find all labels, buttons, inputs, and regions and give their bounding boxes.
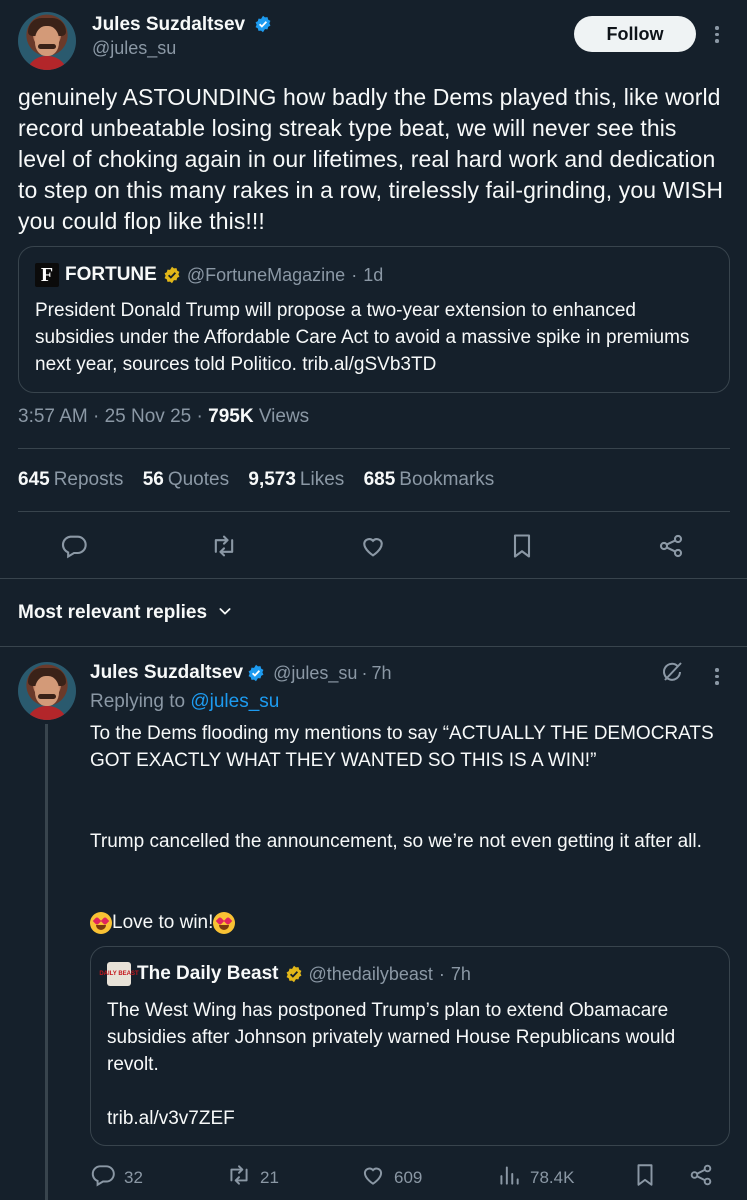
author-handle[interactable]: @jules_su (92, 38, 272, 59)
quote-author-name: FORTUNE (65, 264, 157, 285)
reply-author-handle[interactable]: @jules_su (273, 663, 357, 684)
reply-quote-link[interactable]: trib.al/v3v7ZEF (107, 1105, 235, 1132)
divider (18, 448, 730, 449)
replies-header: Most relevant replies (18, 602, 208, 623)
grok-icon[interactable] (660, 660, 684, 684)
share-icon[interactable] (657, 532, 685, 560)
reply-quoted-tweet[interactable]: DAILY BEAST The Daily Beast @thedailybea… (90, 946, 730, 1146)
section-divider (0, 578, 747, 579)
chevron-down-icon (217, 603, 233, 624)
separator-dot: · (351, 264, 358, 285)
repost-icon[interactable] (210, 532, 238, 560)
quote-text: President Donald Trump will propose a tw… (35, 300, 690, 375)
reply-icon (90, 1162, 116, 1193)
tweet-time[interactable]: 3:57 AM (18, 406, 88, 427)
daily-beast-logo-icon: DAILY BEAST (99, 962, 139, 986)
reply-quote-author-name: The Daily Beast (137, 963, 279, 984)
tweet-stats: 645 Reposts 56 Quotes 9,573 Likes 685 Bookma… (18, 469, 494, 491)
author-name[interactable]: Jules Suzdaltsev (92, 14, 245, 35)
views-count: 795K (208, 406, 254, 427)
reply-paragraph-1: To the Dems flooding my mentions to say … (90, 723, 714, 771)
quote-author-handle: @FortuneMagazine (186, 264, 346, 285)
reposts-stat[interactable]: 645 Reposts (18, 469, 123, 490)
replying-to: Replying to @jules_su (90, 691, 280, 712)
verified-badge-icon (247, 664, 265, 682)
avatar[interactable] (18, 12, 76, 70)
heart-eyes-emoji-icon (213, 911, 236, 934)
tweet-date[interactable]: 25 Nov 25 (105, 406, 192, 427)
thread-line (45, 724, 48, 1200)
replies-sort-button[interactable]: Most relevant replies (18, 602, 233, 624)
views-icon (496, 1162, 522, 1193)
quotes-stat[interactable]: 56 Quotes (143, 469, 229, 490)
verified-gold-icon (285, 965, 303, 983)
like-icon[interactable] (359, 532, 387, 560)
reply-views-button[interactable]: 78.4K (496, 1162, 574, 1193)
reply-author-name[interactable]: Jules Suzdaltsev (90, 662, 243, 684)
reply-age[interactable]: 7h (371, 663, 391, 684)
reply-icon[interactable] (60, 532, 88, 560)
divider (18, 511, 730, 512)
verified-badge-icon (254, 15, 272, 33)
reply-repost-button[interactable]: 21 (226, 1162, 279, 1193)
reply-action-bar: 32 21 609 78.4K (90, 1162, 730, 1190)
reply-header: Jules Suzdaltsev @jules_su · 7h (90, 662, 392, 684)
author-block: Jules Suzdaltsev @jules_su (92, 14, 272, 59)
heart-eyes-emoji-icon (90, 911, 112, 934)
reply-like-button[interactable]: 609 (360, 1162, 422, 1193)
like-icon (360, 1162, 386, 1193)
section-divider (0, 646, 747, 647)
replying-to-handle[interactable]: @jules_su (190, 691, 279, 712)
quoted-tweet[interactable]: F FORTUNE @FortuneMagazine · 1d Presiden… (18, 246, 730, 393)
reply-paragraph-2: Trump cancelled the announcement, so we’… (90, 831, 702, 852)
bookmarks-stat[interactable]: 685 Bookmarks (364, 469, 495, 490)
fortune-logo-icon: F (35, 263, 59, 287)
tweet-text: genuinely ASTOUNDING how badly the Dems … (18, 84, 724, 234)
more-options-icon[interactable] (715, 26, 719, 43)
tweet-meta: 3:57 AM · 25 Nov 25 · 795K Views (18, 406, 310, 427)
reply-quote-age: 7h (450, 963, 471, 984)
reply-quote-text: The West Wing has postponed Trump’s plan… (107, 1000, 676, 1075)
views-label: Views (258, 406, 310, 427)
reply-more-options-icon[interactable] (715, 668, 719, 685)
follow-button[interactable]: Follow (574, 16, 696, 52)
bookmark-icon[interactable] (632, 1162, 658, 1193)
bookmark-icon[interactable] (508, 532, 536, 560)
reply-avatar[interactable] (18, 662, 76, 720)
reply-reply-button[interactable]: 32 (90, 1162, 143, 1193)
quote-age: 1d (363, 264, 384, 285)
likes-stat[interactable]: 9,573 Likes (248, 469, 344, 490)
reply-paragraph-3: Love to win! (90, 909, 735, 936)
repost-icon (226, 1162, 252, 1193)
share-icon[interactable] (688, 1162, 714, 1193)
reply-quote-handle: @thedailybeast (308, 963, 433, 984)
verified-gold-icon (163, 266, 181, 284)
